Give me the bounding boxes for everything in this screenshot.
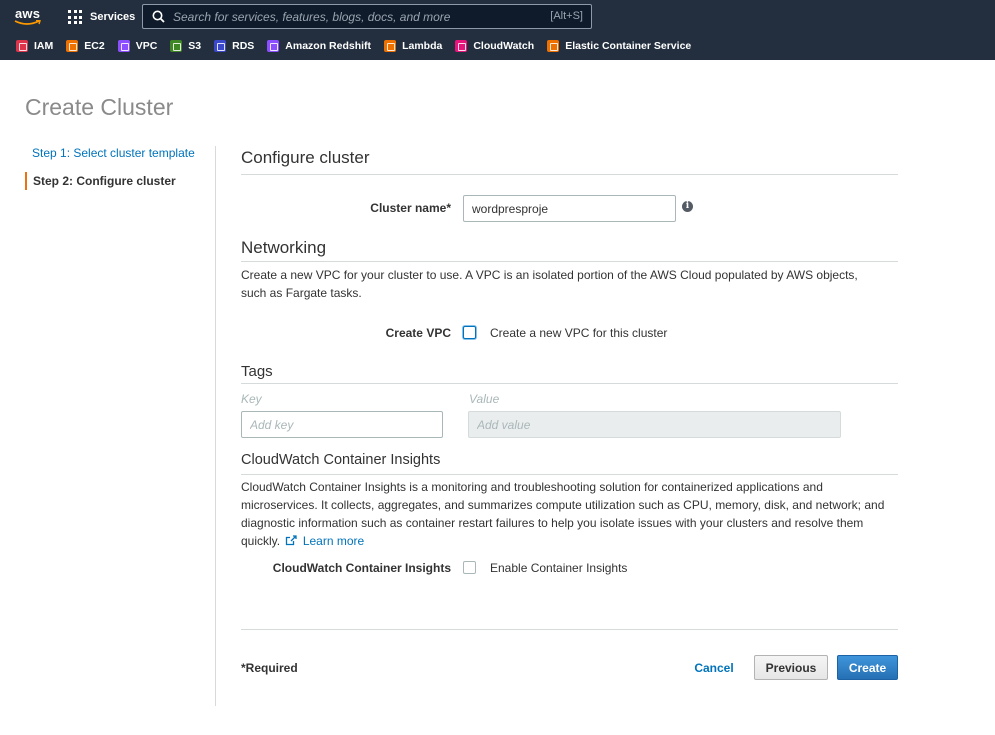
favorite-label: Amazon Redshift — [285, 40, 372, 52]
cluster-name-input[interactable] — [463, 195, 676, 222]
info-icon[interactable]: i — [682, 201, 693, 212]
divider — [241, 261, 898, 262]
s3-service-icon — [170, 40, 183, 52]
favorites-bar: IAM EC2 VPC S3 RDS Amazon Redshift Lambd… — [16, 38, 704, 54]
ec2-service-icon — [66, 40, 79, 52]
divider — [241, 474, 898, 475]
favorite-label: IAM — [34, 40, 54, 52]
networking-heading: Networking — [241, 238, 327, 257]
cluster-name-label: Cluster name* — [370, 201, 451, 215]
aws-logo[interactable]: aws — [14, 6, 44, 28]
configure-cluster-heading: Configure cluster — [241, 148, 370, 167]
favorite-rds[interactable]: RDS — [214, 40, 254, 52]
iam-service-icon — [16, 40, 28, 52]
cancel-button[interactable]: Cancel — [688, 655, 740, 680]
wizard-steps: Step 1: Select cluster template Step 2: … — [25, 144, 205, 190]
favorite-label: VPC — [135, 40, 158, 52]
rds-service-icon — [214, 40, 227, 52]
tag-key-input[interactable] — [241, 411, 443, 438]
favorite-label: Lambda — [402, 40, 443, 52]
container-insights-description: CloudWatch Container Insights is a monit… — [241, 478, 898, 550]
previous-button[interactable]: Previous — [754, 655, 828, 680]
favorite-label: RDS — [232, 40, 255, 52]
external-link-icon — [286, 535, 298, 546]
favorite-ecs[interactable]: Elastic Container Service — [547, 40, 691, 52]
step-2-current: Step 2: Configure cluster — [25, 172, 205, 190]
create-button[interactable]: Create — [837, 655, 898, 680]
favorite-lambda[interactable]: Lambda — [384, 40, 442, 52]
favorite-label: S3 — [188, 40, 202, 52]
container-insights-heading: CloudWatch Container Insights — [241, 452, 441, 468]
required-note: *Required — [241, 661, 298, 675]
page-title: Create Cluster — [25, 94, 174, 120]
divider — [241, 174, 898, 175]
favorite-label: Elastic Container Service — [565, 40, 692, 52]
favorite-ec2[interactable]: EC2 — [66, 40, 105, 52]
tag-key-column-label: Key — [241, 392, 262, 406]
favorite-iam[interactable]: IAM — [16, 40, 53, 52]
top-navigation-bar: aws Services [Alt+S] IAM EC2 VPC — [0, 0, 995, 60]
create-vpc-label: Create VPC — [385, 326, 451, 340]
services-label: Services — [90, 11, 136, 23]
learn-more-link[interactable]: Learn more — [283, 534, 364, 548]
search-input[interactable] — [173, 9, 533, 24]
lambda-service-icon — [384, 40, 397, 52]
cloudwatch-service-icon — [455, 40, 468, 52]
aws-smile-icon — [14, 20, 41, 25]
tag-value-column-label: Value — [469, 392, 500, 406]
favorite-label: CloudWatch — [473, 40, 535, 52]
networking-description: Create a new VPC for your cluster to use… — [241, 268, 858, 300]
search-shortcut-hint: [Alt+S] — [550, 10, 583, 22]
enable-container-insights-checkbox[interactable] — [463, 561, 476, 574]
redshift-service-icon — [267, 40, 280, 52]
services-menu-button[interactable]: Services — [68, 8, 135, 26]
global-search[interactable]: [Alt+S] — [142, 4, 592, 29]
search-icon — [152, 10, 165, 23]
grid-menu-icon — [68, 10, 82, 24]
aws-logo-text: aws — [15, 6, 41, 21]
ecs-service-icon — [547, 40, 560, 52]
divider — [241, 629, 898, 630]
learn-more-label: Learn more — [302, 534, 365, 548]
container-insights-label: CloudWatch Container Insights — [272, 561, 451, 575]
divider — [241, 383, 898, 384]
create-vpc-checkbox[interactable] — [463, 326, 476, 339]
enable-container-insights-label[interactable]: Enable Container Insights — [490, 561, 627, 575]
favorite-redshift[interactable]: Amazon Redshift — [267, 40, 371, 52]
favorite-vpc[interactable]: VPC — [117, 40, 158, 52]
step-1-link[interactable]: Step 1: Select cluster template — [25, 144, 205, 162]
vpc-service-icon — [117, 40, 130, 52]
tag-value-input — [468, 411, 841, 438]
favorite-s3[interactable]: S3 — [170, 40, 201, 52]
tags-heading: Tags — [241, 363, 273, 380]
favorite-cloudwatch[interactable]: CloudWatch — [455, 40, 534, 52]
create-vpc-checkbox-label[interactable]: Create a new VPC for this cluster — [490, 326, 667, 340]
favorite-label: EC2 — [84, 40, 105, 52]
sidebar-divider — [215, 146, 216, 706]
